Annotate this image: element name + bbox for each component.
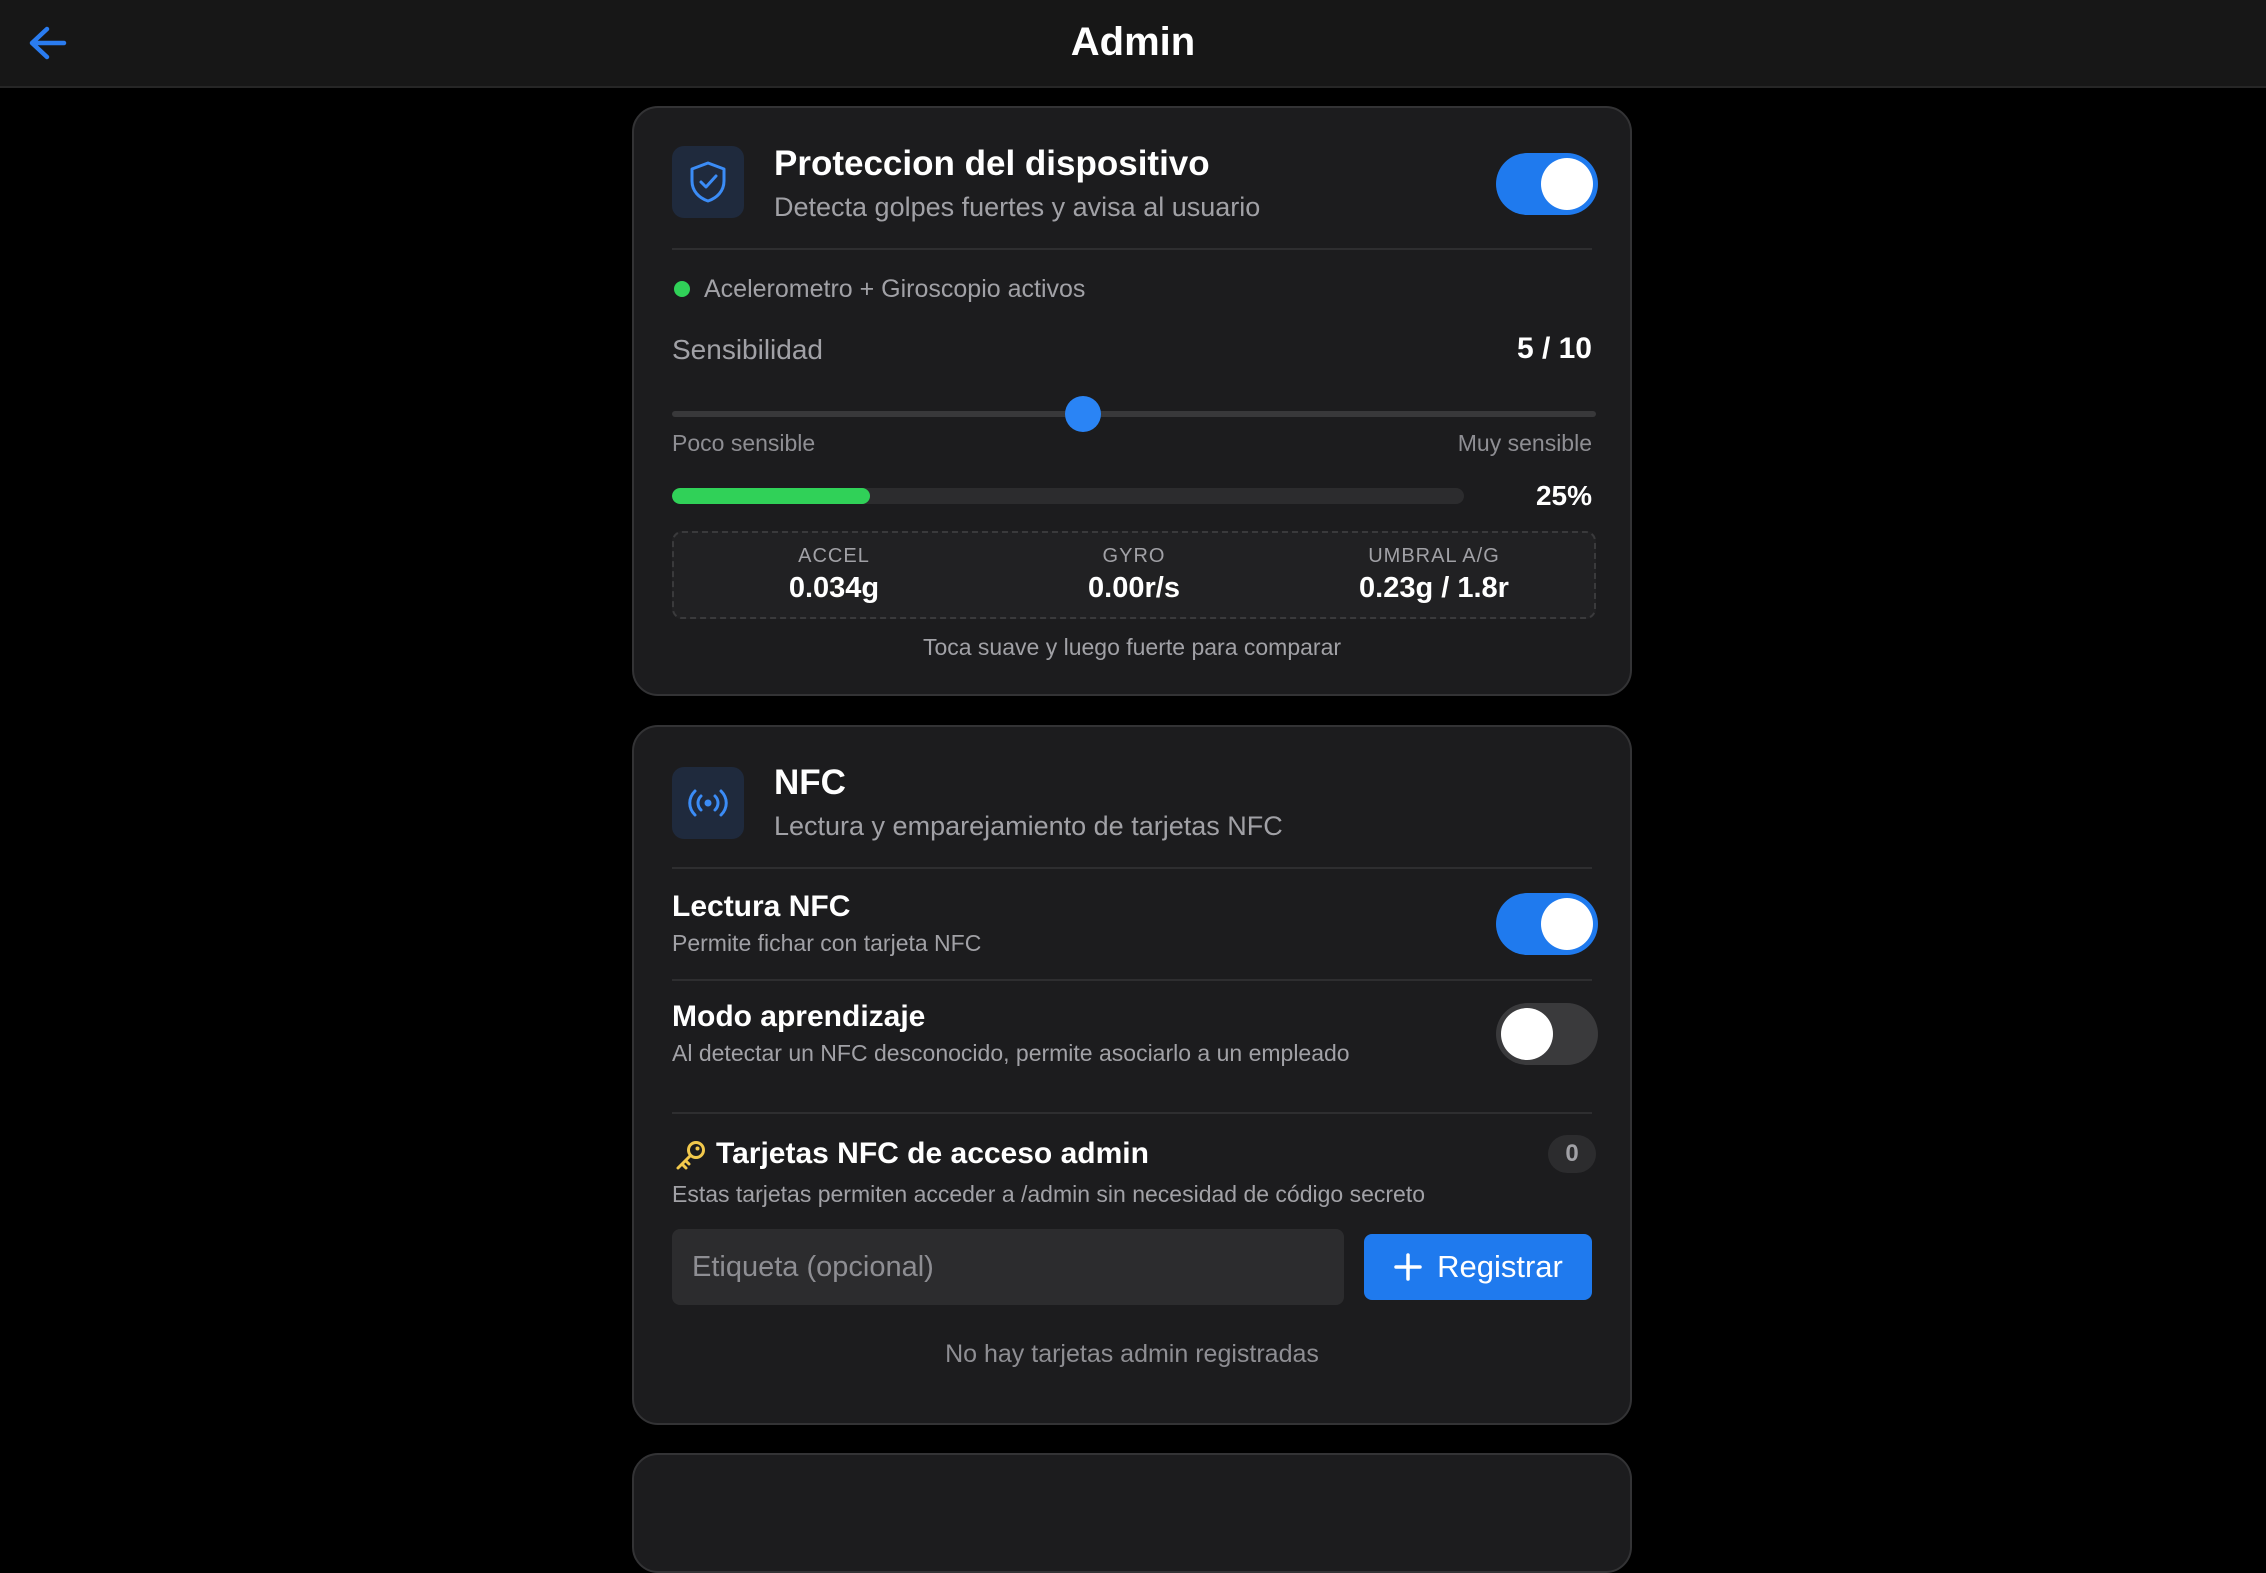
next-settings-card [632, 1453, 1632, 1573]
key-icon [676, 1141, 705, 1170]
sensitivity-slider-track[interactable] [672, 411, 1596, 417]
divider [672, 979, 1592, 981]
nfc-icon-box [672, 767, 744, 839]
protection-title: Proteccion del dispositivo [774, 144, 1210, 183]
calibration-hint: Toca suave y luego fuerte para comparar [922, 634, 1342, 660]
nfc-reading-title: Lectura NFC [672, 890, 851, 923]
metric-accel: ACCEL 0.034g [684, 545, 984, 605]
toggle-knob [1541, 898, 1593, 950]
nfc-reading-subtitle: Permite fichar con tarjeta NFC [672, 930, 982, 956]
nfc-title: NFC [774, 763, 846, 802]
metric-label: ACCEL [798, 545, 870, 567]
learning-mode-toggle[interactable] [1496, 1003, 1598, 1065]
sensor-status-text: Acelerometro + Giroscopio activos [704, 275, 1086, 303]
divider [672, 248, 1592, 250]
metric-label: UMBRAL A/G [1368, 545, 1500, 567]
impact-progress-bar [672, 488, 1464, 504]
sensitivity-value: 5 / 10 [1516, 332, 1592, 365]
admin-cards-subtitle: Estas tarjetas permiten acceder a /admin… [672, 1181, 1426, 1207]
admin-cards-count-badge: 0 [1548, 1135, 1596, 1173]
status-dot [674, 281, 690, 297]
slider-min-label: Poco sensible [672, 430, 816, 456]
metric-value: 0.034g [788, 572, 880, 604]
metric-gyro: GYRO 0.00r/s [984, 545, 1284, 605]
protection-subtitle: Detecta golpes fuertes y avisa al usuari… [774, 192, 1261, 222]
metric-value: 0.00r/s [1088, 572, 1180, 604]
page-title: Admin [1070, 20, 1196, 64]
learning-mode-title: Modo aprendizaje [672, 1000, 926, 1033]
impact-progress-fill [672, 488, 870, 504]
admin-cards-title: Tarjetas NFC de acceso admin [716, 1137, 1149, 1170]
toggle-knob [1501, 1008, 1553, 1060]
learning-mode-subtitle: Al detectar un NFC desconocido, permite … [672, 1040, 1350, 1066]
nfc-reading-toggle[interactable] [1496, 893, 1598, 955]
sensitivity-slider-thumb[interactable] [1064, 396, 1101, 432]
empty-admin-cards-text: No hay tarjetas admin registradas [945, 1340, 1319, 1368]
divider [672, 1112, 1592, 1114]
nfc-subtitle: Lectura y emparejamiento de tarjetas NFC [774, 811, 1283, 841]
toggle-knob [1541, 158, 1593, 210]
shield-check-icon [690, 161, 726, 203]
plus-icon [1394, 1253, 1422, 1281]
top-bar: Admin [0, 0, 2266, 88]
nfc-waves-icon [688, 789, 728, 817]
device-protection-card: Proteccion del dispositivo Detecta golpe… [632, 106, 1632, 696]
sensitivity-label: Sensibilidad [672, 334, 823, 365]
register-button[interactable]: Registrar [1364, 1234, 1592, 1300]
register-button-label: Registrar [1437, 1249, 1563, 1284]
impact-progress-value: 25% [1535, 480, 1592, 511]
nfc-card: NFC Lectura y emparejamiento de tarjetas… [632, 725, 1632, 1425]
protection-icon-box [672, 146, 744, 218]
metric-label: GYRO [1102, 545, 1166, 567]
divider [672, 867, 1592, 869]
protection-toggle[interactable] [1496, 153, 1598, 215]
metric-value: 0.23g / 1.8r [1359, 572, 1509, 604]
card-label-input[interactable] [672, 1229, 1344, 1305]
metrics-panel: ACCEL 0.034g GYRO 0.00r/s UMBRAL A/G 0.2… [672, 531, 1596, 619]
metric-threshold: UMBRAL A/G 0.23g / 1.8r [1284, 545, 1584, 605]
slider-max-label: Muy sensible [1457, 430, 1592, 456]
